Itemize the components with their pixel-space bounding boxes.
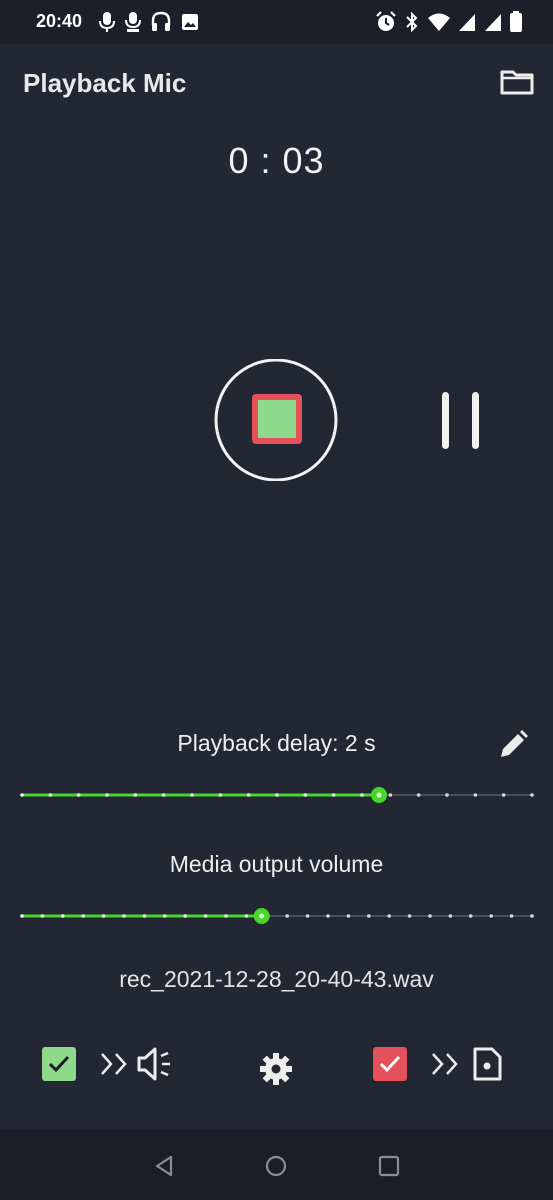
slider-tick [20, 793, 24, 797]
signal-icon [485, 14, 501, 31]
slider-tick [105, 793, 109, 797]
slider-tick [218, 793, 223, 797]
folder-icon [500, 70, 534, 95]
slider-tick [489, 914, 494, 918]
system-nav-bar [0, 1130, 553, 1200]
recents-square-icon[interactable] [377, 1154, 401, 1178]
battery-icon [510, 11, 522, 32]
slider-thumb-center [376, 792, 382, 798]
slider-tick [469, 914, 473, 918]
sd-card-icon [473, 1047, 502, 1081]
slider-tick [163, 914, 167, 918]
pause-icon [442, 392, 479, 449]
status-bar: 20:40 [0, 0, 553, 44]
slider-tick [367, 914, 371, 918]
slider-tick [48, 793, 53, 797]
playback-delay-slider[interactable] [20, 780, 534, 810]
slider-tick [360, 793, 364, 797]
mic-icon [99, 12, 115, 32]
slider-tick [246, 793, 251, 797]
slider-tick [190, 793, 194, 797]
slider-tick [303, 793, 308, 797]
image-icon [182, 14, 198, 30]
slider-tick [331, 793, 336, 797]
slider-tick [387, 914, 392, 918]
media-volume-slider[interactable] [20, 901, 534, 931]
mic-alt-icon [125, 12, 141, 32]
gear-icon [260, 1053, 292, 1085]
slider-tick [122, 914, 126, 918]
app-title: Playback Mic [23, 68, 187, 98]
slider-tick [40, 914, 45, 918]
double-chevron-icon [101, 1053, 127, 1075]
slider-tick [285, 914, 290, 918]
wifi-icon [428, 13, 450, 31]
back-triangle-icon[interactable] [152, 1154, 176, 1178]
slider-tick [445, 793, 449, 797]
media-volume-label: Media output volume [169, 851, 384, 877]
slider-tick [133, 793, 138, 797]
slider-tick [61, 914, 65, 918]
edit-delay-button[interactable] [496, 728, 530, 762]
slider-tick [428, 914, 432, 918]
folder-button[interactable] [498, 64, 536, 100]
slider-tick [448, 914, 453, 918]
slider-tick [76, 793, 81, 797]
file-output-checkbox[interactable] [373, 1047, 407, 1081]
slider-thumb-center [259, 913, 265, 919]
pencil-icon [501, 730, 528, 757]
recording-filename: rec_2021-12-28_20-40-43.wav [119, 966, 434, 992]
slider-tick [275, 793, 279, 797]
slider-tick [203, 914, 208, 918]
signal-icon [459, 14, 475, 31]
check-icon [48, 1055, 70, 1073]
headset-icon [151, 11, 171, 31]
slider-tick [326, 914, 330, 918]
slider-tick [305, 914, 310, 918]
status-icons-right [375, 10, 523, 34]
slider-tick [530, 793, 534, 797]
status-icons-left [98, 10, 200, 34]
recording-timer: 0 : 03 [228, 140, 325, 181]
file-output-toggle[interactable] [430, 1044, 506, 1089]
speaker-output-checkbox[interactable] [42, 1047, 76, 1081]
bluetooth-icon [406, 11, 418, 33]
slider-tick [161, 793, 166, 797]
stop-icon [252, 394, 302, 444]
slider-tick [473, 793, 478, 797]
slider-tick [101, 914, 106, 918]
slider-tick [244, 914, 249, 918]
alarm-icon [376, 11, 396, 31]
slider-tick [183, 914, 187, 918]
status-time: 20:40 [36, 11, 83, 31]
settings-button[interactable] [259, 1052, 293, 1091]
slider-tick [509, 914, 514, 918]
stop-button[interactable] [212, 358, 342, 482]
slider-tick [388, 793, 393, 797]
playback-delay-label: Playback delay: 2 s [177, 730, 376, 756]
slider-tick [530, 914, 534, 918]
pause-button[interactable] [436, 390, 488, 452]
home-circle-icon[interactable] [264, 1154, 288, 1178]
slider-tick [142, 914, 147, 918]
slider-tick [81, 914, 85, 918]
speaker-icon [137, 1047, 170, 1081]
slider-tick [346, 914, 351, 918]
slider-tick [407, 914, 412, 918]
slider-tick [20, 914, 24, 918]
check-icon [379, 1055, 401, 1073]
speaker-output-toggle[interactable] [99, 1044, 179, 1089]
slider-tick [501, 793, 506, 797]
double-chevron-icon [432, 1053, 458, 1075]
slider-tick [224, 914, 228, 918]
slider-tick [416, 793, 421, 797]
